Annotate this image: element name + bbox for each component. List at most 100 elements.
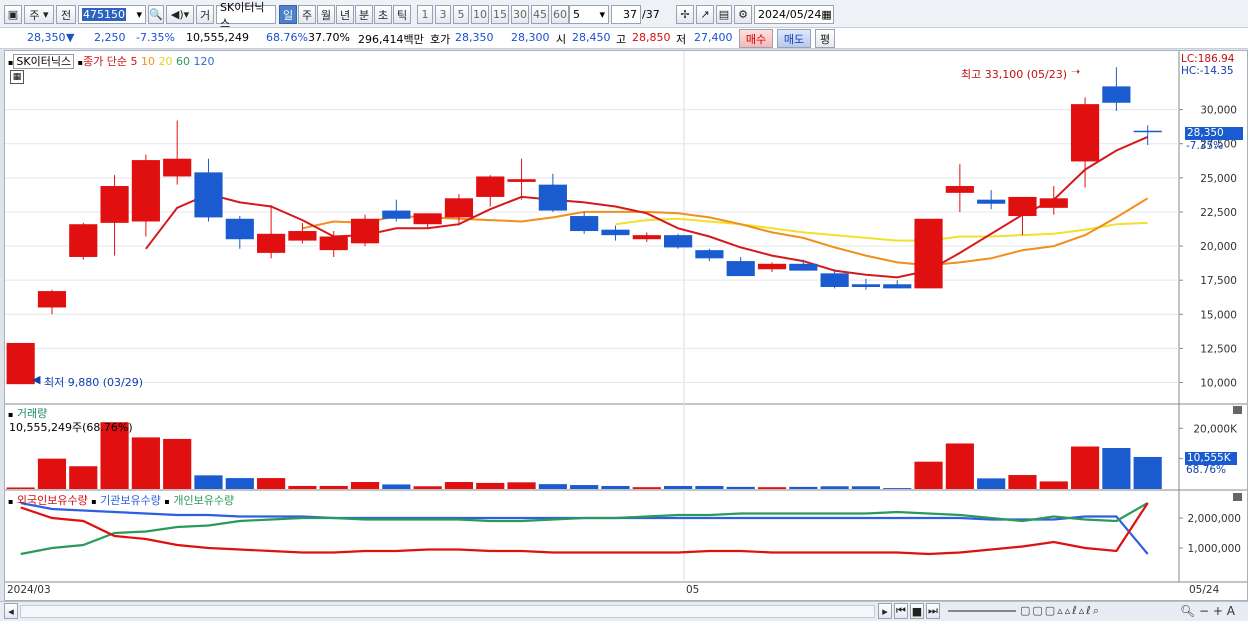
period-tab[interactable]: 분 bbox=[355, 5, 373, 24]
legend-series[interactable]: 종가 단순 bbox=[83, 55, 127, 68]
candle-body bbox=[382, 210, 411, 219]
interval-button[interactable]: 10 bbox=[471, 5, 489, 24]
footer-bar: ◂ ▸ ⏮ ■ ⏭ ▢▢▢▵▵ℓ▵ℓ⌕ 🔍︎ − + A bbox=[0, 601, 1248, 621]
price-tick-label: 10,000 bbox=[1200, 378, 1237, 390]
legend-ma20[interactable]: 20 bbox=[159, 55, 173, 68]
arrow-left-icon: ◀ bbox=[32, 373, 41, 386]
last-price-tag: 28,350 bbox=[1185, 127, 1243, 140]
stop-icon[interactable]: ■ bbox=[910, 603, 924, 619]
calendar-icon[interactable]: ▦ bbox=[821, 8, 831, 21]
candle-body bbox=[695, 250, 724, 259]
legend-ma120[interactable]: 120 bbox=[194, 55, 215, 68]
volume: 10,555,249 bbox=[186, 31, 249, 44]
volume-bar bbox=[977, 478, 1006, 489]
volume-value: 10,555,249주(68.76%) bbox=[9, 421, 133, 434]
volume-bar bbox=[664, 485, 693, 489]
volume-bar bbox=[257, 478, 286, 489]
zoom-icons[interactable]: 🔍︎ − + A bbox=[1180, 604, 1235, 618]
legend-row: ▪ SK이터닉스 ▪종가 단순 5 10 20 60 120 bbox=[8, 53, 215, 69]
high-label: 고 bbox=[616, 33, 627, 46]
legend-ma5[interactable]: 5 bbox=[131, 55, 138, 68]
period-tab[interactable]: 년 bbox=[336, 5, 354, 24]
volume-bar bbox=[350, 482, 380, 489]
chart-area[interactable]: 10,000 12,500 15,000 17,500 20,000 22,500 25,0… bbox=[4, 50, 1248, 601]
chevron-down-icon[interactable]: ▾ bbox=[136, 8, 142, 21]
legend-ma60[interactable]: 60 bbox=[176, 55, 190, 68]
sound-icon[interactable]: ◀)▾ bbox=[166, 5, 194, 24]
gear-icon[interactable]: ⚙ bbox=[734, 5, 752, 24]
page-total: /37 bbox=[642, 8, 660, 21]
volume-bar bbox=[413, 486, 442, 489]
rewind-icon[interactable]: ⏮ bbox=[894, 603, 908, 619]
code-value: 475150 bbox=[82, 8, 126, 21]
interval-button[interactable]: 60 bbox=[551, 5, 569, 24]
period-tab[interactable]: 월 bbox=[317, 5, 335, 24]
interval-button[interactable]: 5 bbox=[453, 5, 469, 24]
legend-individual[interactable]: 개인보유수량 bbox=[173, 494, 234, 507]
scroll-right-icon[interactable]: ▸ bbox=[878, 603, 892, 619]
candle-body bbox=[664, 235, 693, 248]
eval-button[interactable]: 평 bbox=[815, 29, 835, 48]
high-price: 28,850 bbox=[632, 31, 671, 44]
candle-body bbox=[851, 284, 881, 287]
volume-bar bbox=[1039, 481, 1068, 489]
date-input[interactable]: 2024/05/24 ▦ bbox=[754, 5, 834, 24]
interval-button[interactable]: 1 bbox=[417, 5, 433, 24]
legend-stock-name[interactable]: SK이터닉스 bbox=[13, 54, 75, 69]
close-panel-icon[interactable] bbox=[1233, 493, 1242, 501]
volume-bar bbox=[851, 486, 881, 489]
trade-button[interactable]: 거 bbox=[196, 5, 214, 24]
low-annotation: 최저 9,880 (03/29) bbox=[44, 376, 144, 389]
lc-value: LC:186.94 bbox=[1181, 53, 1235, 65]
period-tab[interactable]: 틱 bbox=[393, 5, 411, 24]
interval-button[interactable]: 15 bbox=[491, 5, 509, 24]
volume-ratio: 68.76% bbox=[266, 31, 308, 44]
chart-svg[interactable]: 10,000 12,500 15,000 17,500 20,000 22,500 25,0… bbox=[5, 51, 1247, 600]
volume-bar bbox=[914, 461, 943, 489]
tool-icons[interactable]: ▢▢▢▵▵ℓ▵ℓ⌕ bbox=[1020, 604, 1101, 618]
horizontal-scrollbar[interactable] bbox=[20, 605, 875, 618]
prev-button[interactable]: 전 bbox=[56, 5, 76, 24]
interval-button[interactable]: 3 bbox=[435, 5, 451, 24]
volume-bar bbox=[1102, 448, 1131, 489]
ask-price: 28,300 bbox=[511, 31, 550, 44]
search-icon[interactable]: 🔍 bbox=[148, 5, 164, 24]
period-tab[interactable]: 일 bbox=[279, 5, 297, 24]
candle-body bbox=[37, 291, 67, 308]
zoom-slider[interactable] bbox=[948, 610, 1016, 612]
market-type-label: 주 bbox=[29, 8, 40, 22]
page-input[interactable]: 37 bbox=[611, 5, 641, 24]
sell-button[interactable]: 매도 bbox=[777, 29, 811, 48]
interval-button[interactable]: 45 bbox=[531, 5, 549, 24]
candle-body bbox=[507, 179, 536, 182]
volume-bar bbox=[37, 458, 67, 489]
volume-bar bbox=[319, 485, 348, 489]
chevron-down-icon: ▾ bbox=[599, 8, 605, 21]
bid-label: 호가 bbox=[430, 33, 451, 46]
volume-bar bbox=[288, 485, 317, 489]
legend-institution[interactable]: 기관보유수량 bbox=[100, 494, 161, 507]
code-input[interactable]: 475150 ▾ bbox=[78, 5, 146, 24]
buy-button[interactable]: 매수 bbox=[739, 29, 773, 48]
down-arrow-icon: ▼ bbox=[66, 31, 75, 44]
window-menu-icon[interactable]: ▣ bbox=[4, 5, 22, 24]
legend-foreign[interactable]: 외국인보유수량 bbox=[17, 494, 88, 507]
crosshair-icon[interactable]: ✢ bbox=[676, 5, 694, 24]
ma20-line bbox=[615, 217, 1148, 242]
period-tab[interactable]: 초 bbox=[374, 5, 392, 24]
interval-select[interactable]: 5 ▾ bbox=[569, 5, 609, 24]
candle-body bbox=[69, 224, 98, 257]
period-tab[interactable]: 주 bbox=[298, 5, 316, 24]
draw-icon[interactable]: ↗ bbox=[696, 5, 714, 24]
scroll-left-icon[interactable]: ◂ bbox=[4, 603, 18, 619]
forward-icon[interactable]: ⏭ bbox=[926, 603, 940, 619]
close-panel-icon[interactable] bbox=[1233, 406, 1242, 414]
candle-body bbox=[726, 261, 755, 277]
table-icon[interactable]: ▦ bbox=[10, 70, 24, 84]
save-icon[interactable]: ▤ bbox=[716, 5, 732, 24]
legend-ma10[interactable]: 10 bbox=[141, 55, 155, 68]
market-type-select[interactable]: 주 ▾ bbox=[24, 5, 54, 24]
interval-button[interactable]: 30 bbox=[511, 5, 529, 24]
candle-body bbox=[319, 236, 348, 251]
holding-tick-label: 1,000,000 bbox=[1188, 543, 1241, 555]
